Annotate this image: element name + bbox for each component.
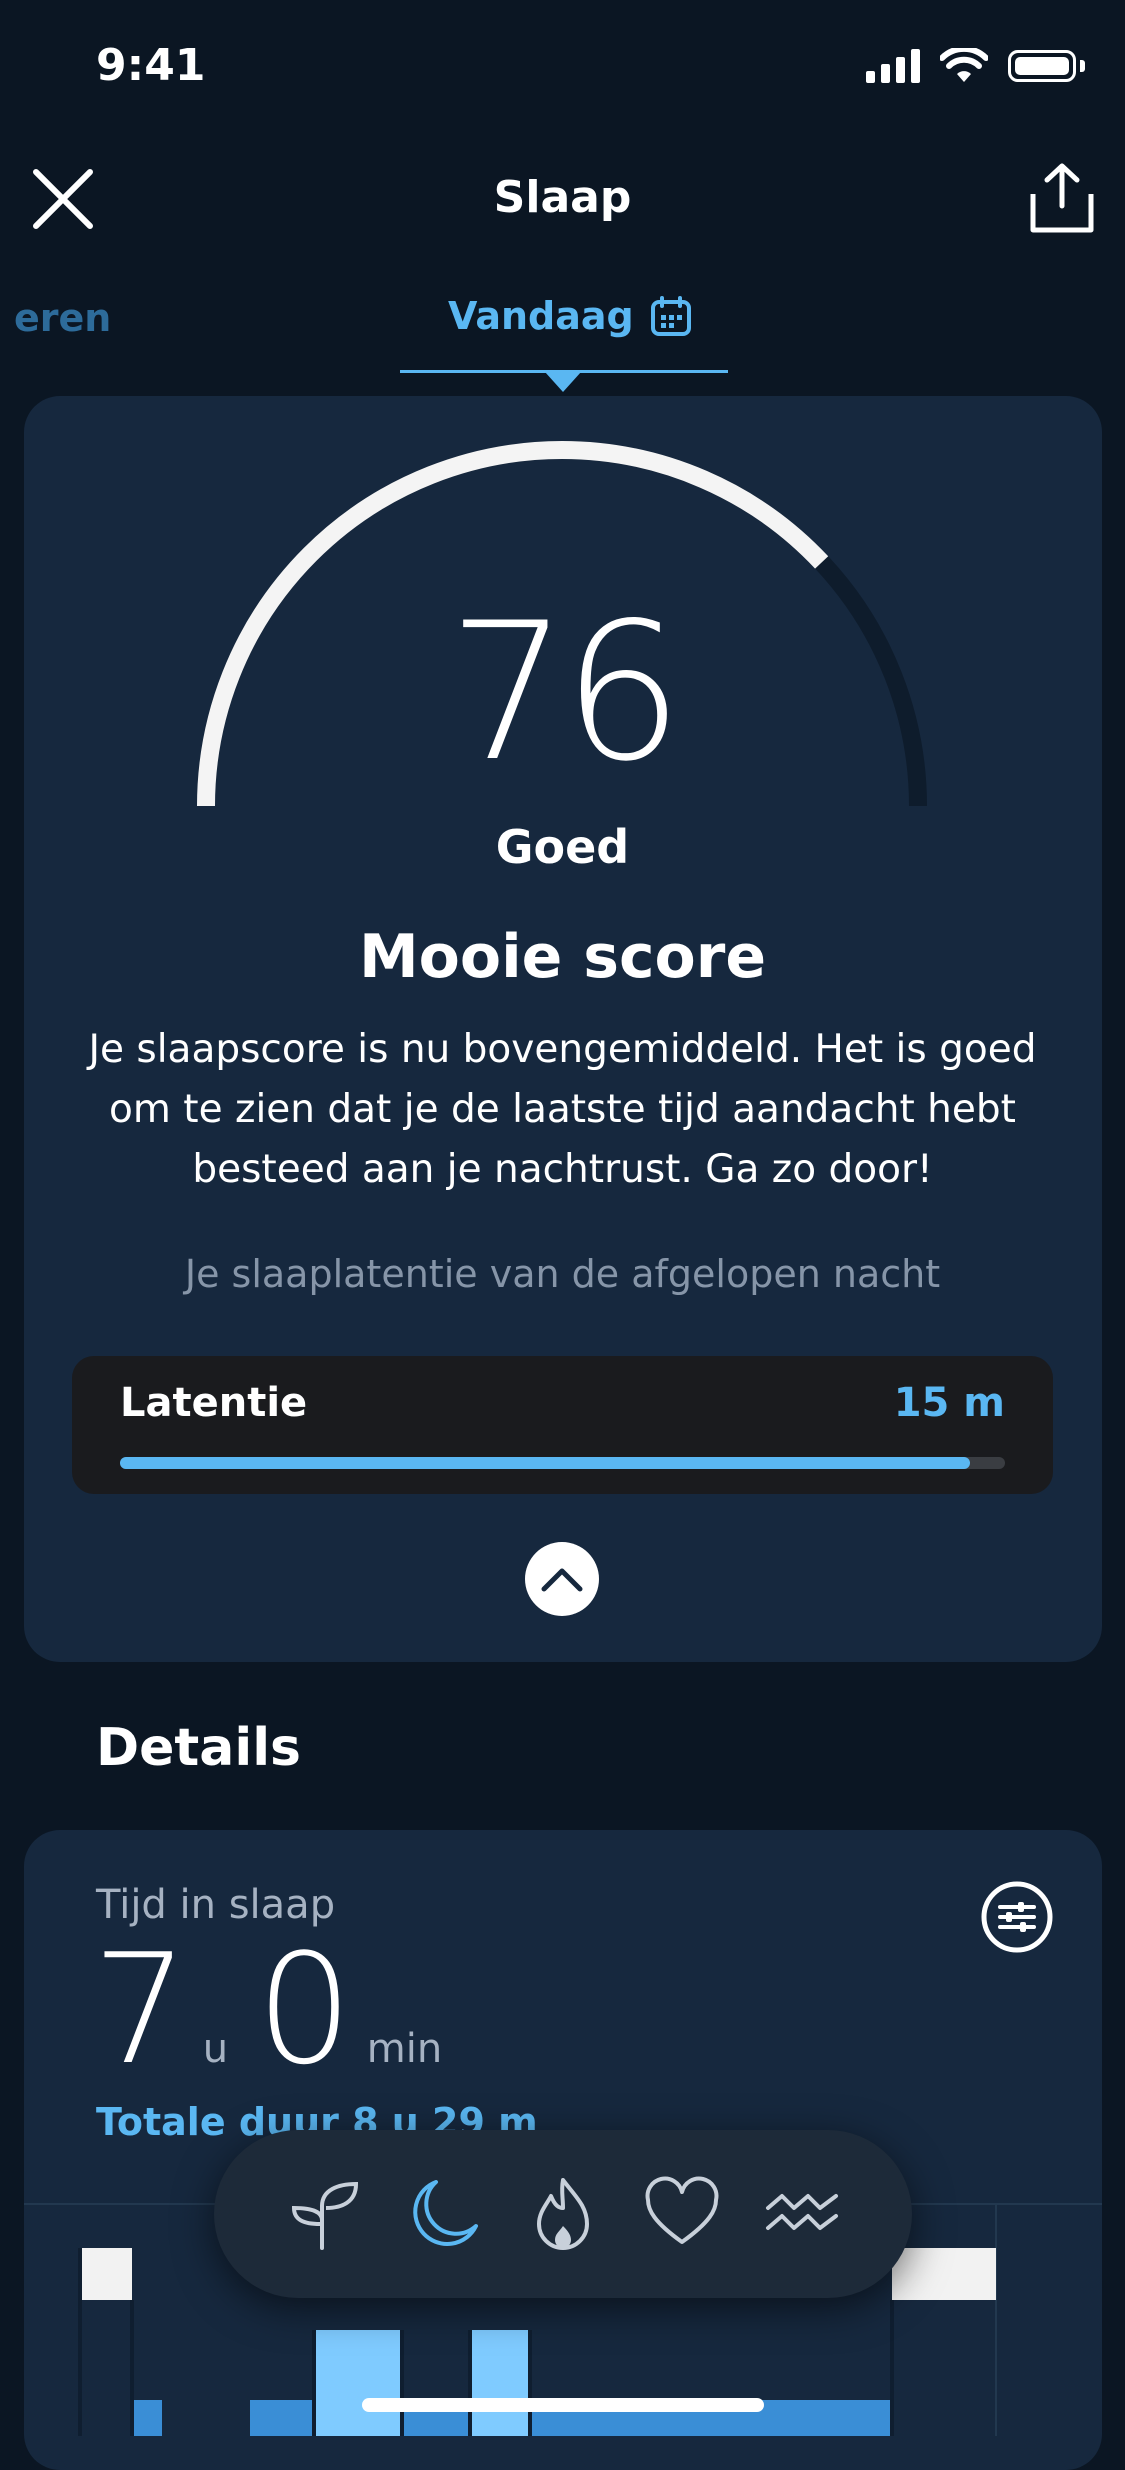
sleep-minutes-unit: min: [366, 2026, 443, 2072]
hypnogram-awake-segment: [80, 2248, 132, 2300]
page-title: Slaap: [493, 172, 632, 223]
sleep-hours-unit: u: [202, 2026, 229, 2072]
nav-sleep[interactable]: [399, 2169, 489, 2259]
sprout-icon: [292, 2181, 359, 2250]
share-icon[interactable]: [1027, 160, 1097, 236]
nav-activity[interactable]: [518, 2169, 608, 2259]
sleep-duration: 7 u 0 min: [92, 1930, 470, 2090]
calendar-icon[interactable]: [650, 295, 692, 337]
latency-label: Latentie: [120, 1380, 308, 1426]
score-rating: Goed: [495, 820, 630, 874]
hypnogram-light-segment: [314, 2330, 402, 2436]
latency-progress-track: [120, 1457, 1005, 1469]
details-heading: Details: [96, 1718, 301, 1778]
sleep-minutes: 0: [256, 1921, 353, 2098]
sleep-score: 76: [447, 582, 684, 803]
score-description: Je slaapscore is nu bovengemiddeld. Het …: [88, 1027, 1037, 1192]
nav-readiness[interactable]: [279, 2169, 369, 2259]
status-time: 9:41: [96, 40, 206, 91]
sleep-hours: 7: [92, 1921, 189, 2098]
nav-heart[interactable]: [637, 2169, 727, 2259]
moon-icon: [412, 2180, 478, 2246]
waves-icon: [765, 2194, 838, 2230]
latency-subtext: Je slaaplatentie van de afgelopen nacht: [184, 1252, 941, 1296]
bottom-nav: [214, 2130, 912, 2298]
latency-progress-fill: [120, 1457, 970, 1469]
filter-settings-icon[interactable]: [980, 1880, 1054, 1954]
tab-today-label: Vandaag: [448, 294, 634, 338]
hypnogram-light-segment: [470, 2330, 530, 2436]
score-headline: Mooie score: [358, 922, 767, 992]
tab-previous[interactable]: eren: [14, 296, 111, 340]
status-icons: [866, 48, 1085, 84]
heart-icon: [645, 2176, 719, 2244]
hypnogram-deep-segment: [132, 2400, 162, 2436]
signal-icon: [866, 49, 920, 83]
hypnogram-deep-segment: [250, 2400, 314, 2436]
hypnogram-awake-segment: [892, 2248, 996, 2300]
latency-value: 15 m: [893, 1380, 1005, 1426]
flame-icon: [536, 2178, 589, 2250]
chevron-up-icon: [541, 1568, 583, 1592]
wifi-icon: [940, 48, 988, 82]
tab-active-caret: [545, 372, 581, 392]
battery-cap: [1080, 60, 1085, 72]
home-indicator: [362, 2398, 764, 2412]
battery-icon: [1008, 50, 1076, 82]
nav-stress[interactable]: [757, 2169, 847, 2259]
collapse-button[interactable]: [525, 1542, 599, 1616]
tab-today[interactable]: Vandaag: [448, 294, 692, 338]
